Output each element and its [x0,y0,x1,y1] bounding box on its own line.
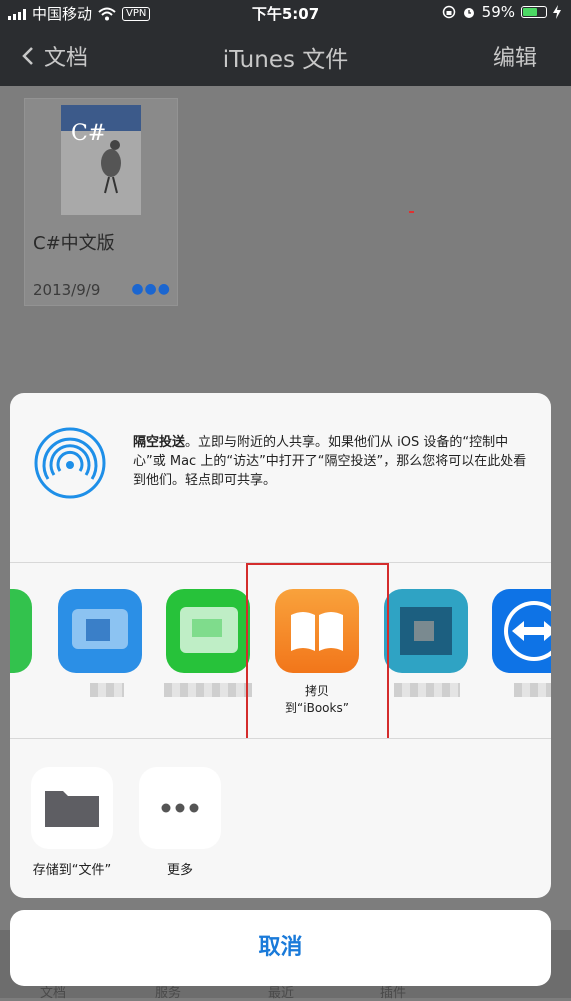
top-bar: 中国移动 VPN 下午5:07 59% 文档 iTunes 文件 编辑 [0,0,571,86]
app-label-blurred [514,683,551,697]
app-label-blurred [164,683,252,697]
more-dots-icon[interactable]: ●●● [131,281,171,297]
double-arrow-icon [504,601,551,661]
app-label-blurred [394,683,460,697]
airdrop-description: 隔空投送。立即与附近的人共享。如果他们从 iOS 设备的“控制中心”或 Mac … [133,433,533,490]
file-card[interactable]: C# C#中文版 2013/9/9 ●●● [24,98,178,306]
app-icon-blurred-green[interactable] [166,589,250,673]
charging-icon [553,5,561,19]
airdrop-title: 隔空投送 [133,435,186,450]
save-to-files-button[interactable] [31,767,113,849]
edit-button[interactable]: 编辑 [493,40,537,72]
file-date: 2013/9/9 [33,281,101,299]
airdrop-section[interactable]: 隔空投送。立即与附近的人共享。如果他们从 iOS 设备的“控制中心”或 Mac … [10,393,551,563]
page-title: iTunes 文件 [222,47,349,73]
book-cover-image: C# [61,105,141,215]
status-bar: 中国移动 VPN 下午5:07 59% [0,0,571,26]
airdrop-icon [34,427,106,499]
app-label-blurred [90,683,124,697]
alarm-icon [463,8,474,18]
rotation-lock-icon [442,5,455,19]
more-label: 更多 [166,863,193,878]
bird-illustration [101,140,121,194]
battery-icon [521,6,547,18]
app-icon-blurred-teal[interactable] [384,589,468,673]
battery-percent: 59% [481,3,515,21]
app-icon-blurred-blue[interactable] [58,589,142,673]
file-name: C#中文版 [33,233,115,254]
app-icon-teamviewer[interactable] [492,589,551,673]
app-row: 拷贝 到“iBooks” [10,563,551,739]
app-icon-messages[interactable] [10,589,32,673]
more-actions-button[interactable] [139,767,221,849]
share-sheet: 隔空投送。立即与附近的人共享。如果他们从 iOS 设备的“控制中心”或 Mac … [10,393,551,898]
red-mark [409,211,414,213]
ellipsis-icon [161,803,199,813]
navigation-bar: 文档 iTunes 文件 编辑 [0,30,571,80]
action-row: 存储到“文件” 更多 [10,739,551,898]
airdrop-body: 。立即与附近的人共享。如果他们从 iOS 设备的“控制中心”或 Mac 上的“访… [133,435,527,488]
folder-icon [45,791,99,827]
ibooks-highlight-box [246,563,389,738]
cancel-button[interactable]: 取消 [10,910,551,986]
save-to-files-label: 存储到“文件” [32,863,112,878]
